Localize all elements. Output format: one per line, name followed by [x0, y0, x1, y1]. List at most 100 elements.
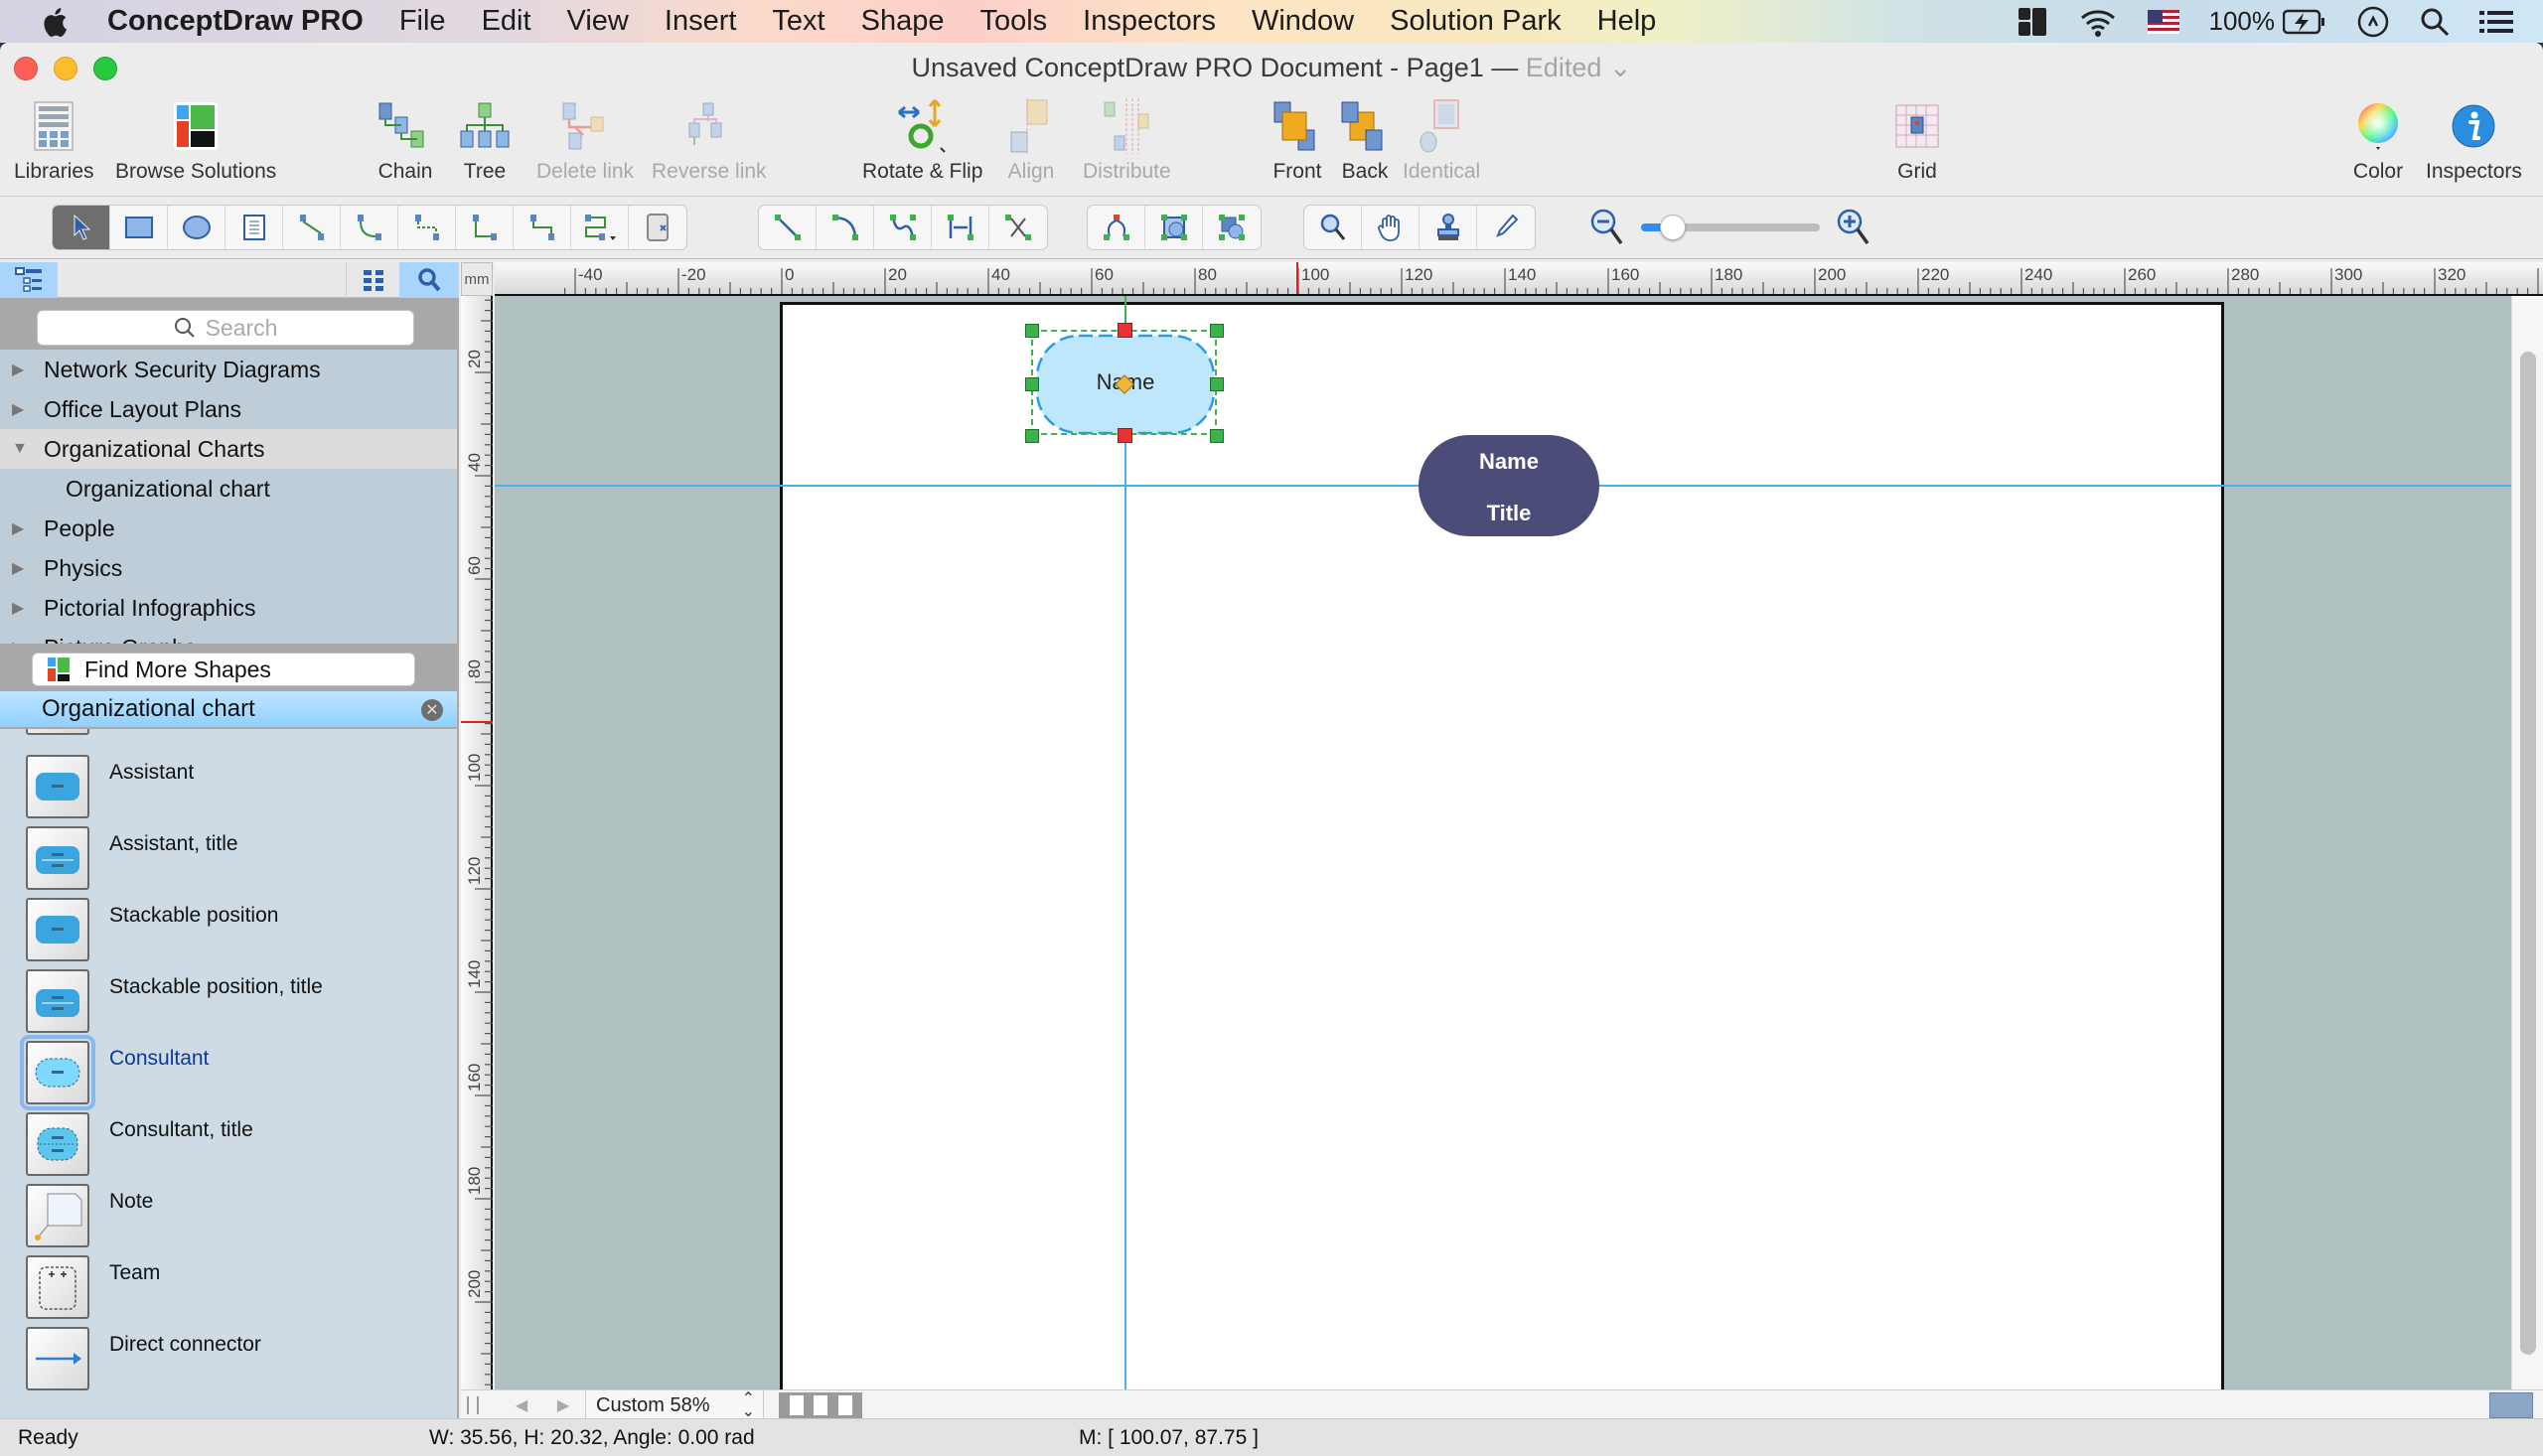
polyline-tool[interactable] [932, 206, 989, 249]
menu-help[interactable]: Help [1597, 5, 1657, 38]
select-tool[interactable] [53, 206, 110, 249]
disclosure-triangle-icon[interactable]: ▶ [12, 518, 34, 538]
disclosure-triangle-expanded-icon[interactable]: ▼ [12, 440, 34, 458]
tree-item-organizational-charts[interactable]: ▼ Organizational Charts [0, 429, 457, 469]
scissors-tool[interactable] [989, 206, 1047, 249]
library-search-input[interactable]: Search [37, 310, 414, 346]
edited-status[interactable]: Edited [1526, 53, 1602, 82]
libraries-button[interactable]: Libraries [14, 98, 94, 184]
us-flag-icon[interactable] [2147, 9, 2179, 34]
search-view-toggle[interactable] [399, 262, 459, 298]
disclosure-triangle-icon[interactable]: ▶ [12, 598, 34, 618]
panel-resize-handle[interactable] [467, 1396, 479, 1414]
menu-shape[interactable]: Shape [861, 5, 945, 38]
shape-item-assistant[interactable]: Assistant [0, 755, 457, 826]
fit-page-icon[interactable] [2489, 1392, 2533, 1418]
shape-item-assistant-title[interactable]: Assistant, title [0, 826, 457, 898]
ellipse-tool[interactable] [168, 206, 225, 249]
horizontal-ruler[interactable]: -40 -20 0 20 40 60 80 100 120 140 160 180 200 220 240 2… [495, 262, 2543, 296]
menu-inspectors[interactable]: Inspectors [1083, 5, 1216, 38]
shape-item-stackable-position-title[interactable]: Stackable position, title [0, 969, 457, 1041]
menu-tools[interactable]: Tools [979, 5, 1047, 38]
menu-insert[interactable]: Insert [665, 5, 737, 38]
chain-button[interactable]: Chain [377, 98, 433, 184]
bring-to-front-button[interactable]: Front [1270, 98, 1325, 184]
rotate-tool[interactable] [1088, 206, 1145, 249]
inspectors-button[interactable]: Inspectors [2426, 98, 2522, 184]
zoom-tool[interactable] [1304, 206, 1362, 249]
zoom-slider-knob[interactable] [1660, 215, 1687, 240]
stepper-icon[interactable]: ⌃ ⌄ [742, 1391, 755, 1420]
tree-item-network-security-diagrams[interactable]: ▶ Network Security Diagrams [0, 350, 457, 389]
menu-view[interactable]: View [567, 5, 629, 38]
battery-charging-icon[interactable] [2283, 9, 2326, 35]
shape-item-direct-connector[interactable]: Direct connector [0, 1327, 457, 1398]
chevron-down-icon[interactable]: ⌄ [1609, 53, 1632, 82]
mission-control-icon[interactable] [2017, 6, 2048, 38]
find-more-shapes-button[interactable]: Find More Shapes [32, 653, 415, 686]
close-library-icon[interactable]: ✕ [421, 699, 443, 721]
position-shape-title[interactable]: Title [1419, 501, 1599, 526]
vertical-scrollbar[interactable] [2511, 296, 2543, 1389]
delete-link-button[interactable]: Delete link [536, 98, 634, 184]
stamp-tool[interactable] [1420, 206, 1477, 249]
shape-item-consultant-title[interactable]: Consultant, title [0, 1112, 457, 1184]
tree-item-people[interactable]: ▶ People [0, 509, 457, 548]
loop-connector-tool[interactable] [571, 206, 629, 249]
align-button[interactable]: Align [1003, 98, 1059, 184]
tree-item-office-layout-plans[interactable]: ▶ Office Layout Plans [0, 389, 457, 429]
zoom-out-icon[interactable] [1589, 208, 1625, 247]
position-shape[interactable]: Name Title [1419, 435, 1599, 536]
disclosure-triangle-icon[interactable]: ▶ [12, 399, 34, 419]
menu-text[interactable]: Text [772, 5, 824, 38]
rotate-flip-button[interactable]: Rotate & Flip [862, 98, 982, 184]
tree-item-picture-graphs[interactable]: ▶ Picture Graphs [0, 628, 457, 645]
page-thumb[interactable] [814, 1395, 827, 1415]
menu-edit[interactable]: Edit [482, 5, 531, 38]
menu-solution-park[interactable]: Solution Park [1390, 5, 1562, 38]
step-connector-tool[interactable] [514, 206, 571, 249]
smart-connector-tool[interactable] [398, 206, 456, 249]
arc-tool[interactable] [817, 206, 874, 249]
color-button[interactable]: Color [2350, 98, 2406, 184]
distribute-button[interactable]: Distribute [1083, 98, 1171, 184]
resize-handle-bottom-right[interactable] [1210, 429, 1224, 443]
zoom-level-select[interactable]: Custom 58% ⌃ ⌄ [585, 1390, 764, 1420]
menu-file[interactable]: File [399, 5, 446, 38]
resize-handle-middle-right[interactable] [1210, 377, 1224, 391]
grid-button[interactable]: Grid [1889, 98, 1945, 184]
vertical-scrollbar-thumb[interactable] [2520, 352, 2536, 1355]
tree-item-organizational-chart-library[interactable]: Organizational chart [0, 469, 457, 509]
disclosure-triangle-icon[interactable]: ▶ [12, 360, 34, 379]
time-machine-icon[interactable] [2356, 5, 2390, 39]
page-thumbnails[interactable] [779, 1392, 862, 1418]
wifi-icon[interactable] [2078, 6, 2118, 38]
tree-item-pictorial-infographics[interactable]: ▶ Pictorial Infographics [0, 588, 457, 628]
disclosure-triangle-icon[interactable]: ▶ [12, 638, 34, 644]
resize-handle-bottom-left[interactable] [1025, 429, 1039, 443]
tree-item-physics[interactable]: ▶ Physics [0, 548, 457, 588]
connection-point-bottom[interactable] [1118, 428, 1132, 443]
disclosure-triangle-icon[interactable]: ▶ [12, 558, 34, 578]
grid-view-toggle[interactable] [346, 262, 399, 298]
shape-item-partial[interactable] [0, 729, 457, 743]
line-tool[interactable] [759, 206, 817, 249]
spotlight-search-icon[interactable] [2420, 7, 2450, 37]
menu-window[interactable]: Window [1252, 5, 1354, 38]
next-page-button[interactable]: ▶ [542, 1390, 584, 1420]
direct-connector-tool[interactable] [283, 206, 341, 249]
group-tool[interactable] [1203, 206, 1261, 249]
shape-item-consultant[interactable]: Consultant [0, 1035, 457, 1112]
notification-center-icon[interactable] [2479, 8, 2513, 36]
drawing-canvas[interactable]: Name Name Title [495, 296, 2511, 1389]
hand-tool[interactable] [1362, 206, 1420, 249]
scale-tool[interactable] [1145, 206, 1203, 249]
ruler-unit[interactable]: mm [461, 262, 493, 296]
shape-item-stackable-position[interactable]: Stackable position [0, 898, 457, 969]
identical-button[interactable]: Identical [1403, 98, 1480, 184]
zoom-slider[interactable] [1641, 215, 1820, 240]
reverse-link-button[interactable]: Reverse link [652, 98, 767, 184]
connection-point-top[interactable] [1118, 323, 1132, 338]
resize-handle-middle-left[interactable] [1025, 377, 1039, 391]
insert-object-tool[interactable] [629, 206, 686, 249]
